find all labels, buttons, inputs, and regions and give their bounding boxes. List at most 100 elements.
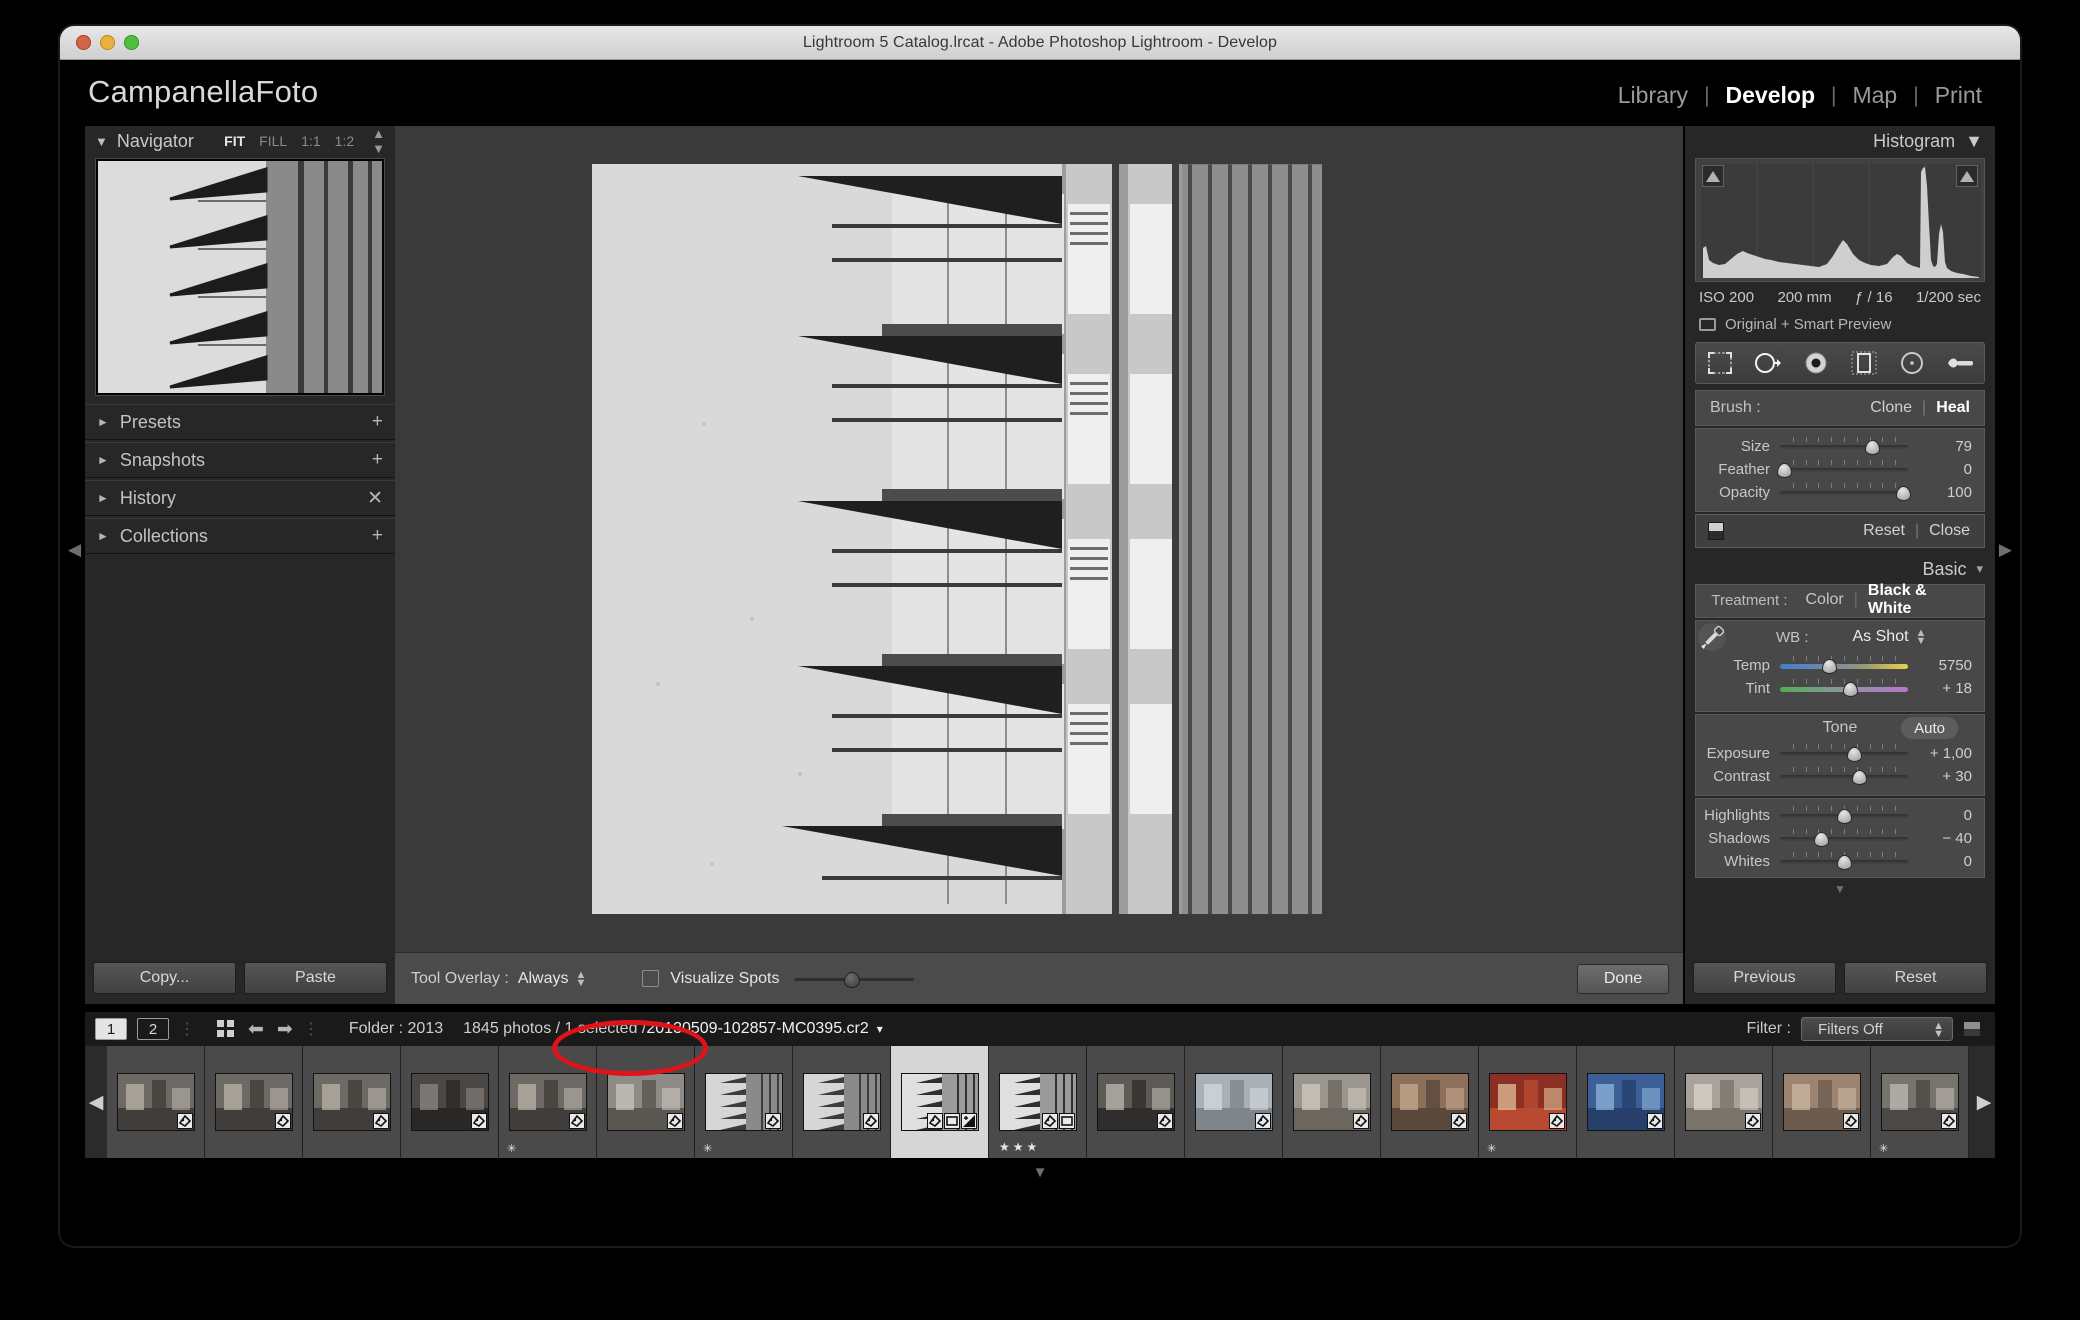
treatment-black-and-white[interactable]: Black & White	[1858, 582, 1984, 618]
star-rating[interactable]: ★★★	[999, 1140, 1040, 1154]
keyword-badge[interactable]	[1842, 1113, 1859, 1129]
wb-value[interactable]: As Shot	[1853, 628, 1909, 646]
keyword-badge[interactable]	[176, 1113, 193, 1129]
panel-switch-icon[interactable]: ▾	[1976, 561, 1983, 577]
adjustment-brush-tool[interactable]	[1943, 349, 1977, 377]
slider-value[interactable]: 100	[1908, 484, 1984, 501]
keyword-badge[interactable]	[1548, 1113, 1565, 1129]
grid-view-icon[interactable]	[217, 1020, 235, 1038]
add-preset-icon[interactable]: +	[372, 411, 383, 433]
paste-button[interactable]: Paste	[244, 962, 387, 994]
zoom-1-1[interactable]: 1:1	[301, 133, 320, 149]
keyword-badge[interactable]	[568, 1113, 585, 1129]
histogram-widget[interactable]	[1695, 158, 1985, 282]
pick-flag-marker[interactable]: ✳	[1487, 1142, 1496, 1155]
navigator-preview[interactable]	[95, 158, 385, 396]
sidebar-group-presets[interactable]: ► Presets +	[85, 404, 395, 440]
zoom-1-2[interactable]: 1:2	[335, 133, 354, 149]
keyword-badge[interactable]	[862, 1113, 879, 1129]
slider-value[interactable]: + 1,00	[1908, 745, 1984, 762]
filmstrip-thumbnail[interactable]	[1087, 1046, 1185, 1158]
before-after-icon[interactable]	[1708, 522, 1724, 540]
filmstrip-thumbnail[interactable]	[1185, 1046, 1283, 1158]
slider-knob[interactable]	[1843, 682, 1859, 697]
tool-overlay-stepper-icon[interactable]: ▲ ▼	[576, 969, 587, 988]
treatment-color[interactable]: Color	[1796, 591, 1854, 609]
right-panel-toggle-arrow[interactable]: ▶	[1999, 540, 2012, 560]
filter-stepper-icon[interactable]: ▲ ▼	[1933, 1021, 1944, 1040]
clear-history-icon[interactable]: ✕	[367, 487, 383, 510]
navigator-header[interactable]: ▼ Navigator FIT FILL 1:1 1:2 ▲ ▼	[85, 126, 395, 156]
filter-toggle-icon[interactable]	[1963, 1021, 1981, 1037]
done-button[interactable]: Done	[1577, 963, 1669, 994]
brush-reset-button[interactable]: Reset	[1863, 522, 1905, 540]
filmstrip-thumbnail[interactable]	[1283, 1046, 1381, 1158]
radial-filter-tool[interactable]	[1895, 349, 1929, 377]
wb-stepper-icon[interactable]: ▲ ▼	[1916, 628, 1927, 647]
pick-flag-marker[interactable]: ✳	[507, 1142, 516, 1155]
reset-button[interactable]: Reset	[1844, 962, 1987, 994]
brush-mode-heal[interactable]: Heal	[1936, 399, 1970, 417]
slider-value[interactable]: 5750	[1908, 657, 1984, 674]
brush-mode-clone[interactable]: Clone	[1870, 399, 1912, 417]
add-snapshot-icon[interactable]: +	[372, 449, 383, 471]
pick-flag-marker[interactable]: ✳	[1879, 1142, 1888, 1155]
crop-badge[interactable]	[943, 1113, 960, 1129]
filmstrip-thumbnail[interactable]: ★★★	[989, 1046, 1087, 1158]
slider-control[interactable]	[1780, 437, 1908, 455]
slider-control[interactable]	[1780, 852, 1908, 870]
slider-control[interactable]	[1776, 460, 1908, 478]
keyword-badge[interactable]	[1646, 1113, 1663, 1129]
spot-removal-tool[interactable]	[1751, 349, 1785, 377]
pick-flag-marker[interactable]: ✳	[703, 1142, 712, 1155]
keyword-badge[interactable]	[1352, 1113, 1369, 1129]
chevron-down-icon[interactable]: ▼	[1965, 131, 1983, 152]
shadow-clipping-indicator[interactable]	[1702, 165, 1724, 187]
graduated-filter-tool[interactable]	[1847, 349, 1881, 377]
keyword-badge[interactable]	[274, 1113, 291, 1129]
left-panel-toggle-arrow[interactable]: ◀	[68, 540, 81, 560]
sidebar-group-snapshots[interactable]: ► Snapshots +	[85, 442, 395, 478]
chevron-right-icon[interactable]: ►	[97, 415, 109, 429]
filmstrip-thumbnail[interactable]: ✳	[695, 1046, 793, 1158]
slider-control[interactable]	[1780, 679, 1908, 697]
sidebar-group-collections[interactable]: ► Collections +	[85, 518, 395, 554]
develop-badge[interactable]	[960, 1113, 977, 1129]
slider-value[interactable]: 0	[1908, 461, 1984, 478]
module-develop[interactable]: Develop	[1710, 82, 1831, 109]
filmstrip-track[interactable]: ✳ ✳ ★★★ ✳ ✳	[107, 1046, 1973, 1158]
go-forward-arrow-icon[interactable]: ➡	[277, 1018, 293, 1041]
panel-collapse-arrow[interactable]: ▼	[1685, 882, 1995, 896]
sidebar-group-history[interactable]: ► History ✕	[85, 480, 395, 516]
filmstrip-thumbnail[interactable]: ✳	[1479, 1046, 1577, 1158]
histogram-header[interactable]: Histogram ▼	[1685, 126, 1995, 156]
slider-control[interactable]	[1780, 483, 1911, 501]
slider-control[interactable]	[1780, 744, 1908, 762]
keyword-badge[interactable]	[764, 1113, 781, 1129]
slider-knob[interactable]	[1837, 855, 1852, 870]
keyword-badge[interactable]	[1254, 1113, 1271, 1129]
slider-value[interactable]: 79	[1908, 438, 1984, 455]
module-library[interactable]: Library	[1602, 82, 1704, 109]
filmstrip-thumbnail[interactable]	[793, 1046, 891, 1158]
visualize-spots-checkbox[interactable]	[642, 970, 660, 987]
basic-panel-header[interactable]: Basic ▾	[1685, 554, 1995, 584]
module-map[interactable]: Map	[1836, 82, 1913, 109]
identity-plate[interactable]: CampanellaFoto	[88, 74, 318, 110]
filmstrip-thumbnail[interactable]	[205, 1046, 303, 1158]
smart-preview-status[interactable]: Original + Smart Preview	[1699, 316, 1891, 333]
slider-knob[interactable]	[1821, 659, 1837, 674]
slider-value[interactable]: 0	[1908, 807, 1984, 824]
zoom-fill[interactable]: FILL	[259, 133, 287, 149]
highlight-clipping-indicator[interactable]	[1956, 165, 1978, 187]
filmstrip-thumbnail[interactable]	[1675, 1046, 1773, 1158]
filmstrip-thumbnail[interactable]	[1773, 1046, 1871, 1158]
go-back-arrow-icon[interactable]: ⬅	[248, 1018, 264, 1041]
tool-overlay-value[interactable]: Always	[518, 970, 569, 988]
visualize-spots-slider[interactable]	[793, 971, 914, 988]
keyword-badge[interactable]	[666, 1113, 683, 1129]
current-filename[interactable]: 20130509-102857-MC0395.cr2	[646, 1020, 868, 1038]
second-screen-button[interactable]: 2	[137, 1018, 169, 1040]
slider-value[interactable]: + 18	[1908, 680, 1984, 697]
crop-badge[interactable]	[1058, 1113, 1075, 1129]
